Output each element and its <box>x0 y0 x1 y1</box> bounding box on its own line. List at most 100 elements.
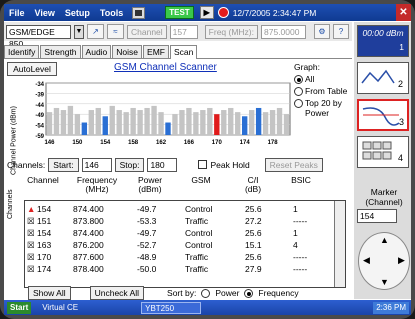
cell-gsm: Traffic <box>185 252 209 262</box>
stop-button[interactable]: Stop: <box>114 157 145 172</box>
x-tick-label: 174 <box>240 140 251 146</box>
cell-bsic: ----- <box>293 252 308 262</box>
bar-155 <box>109 105 115 135</box>
sort-frequency-radio[interactable] <box>244 289 254 298</box>
channel-power-chart: -34 -39 -44 -49 -54 -59146 150 154 158 162 166 170 1… <box>35 82 291 146</box>
task-app[interactable]: YBT250 <box>141 301 202 314</box>
sort-power-radio[interactable] <box>201 289 211 298</box>
peak-hold-label: Peak Hold <box>210 159 250 170</box>
start-input[interactable]: 146 <box>81 157 112 172</box>
record-icon[interactable] <box>217 7 229 18</box>
tab-strength[interactable]: Strength <box>40 45 81 58</box>
marker-icon[interactable]: ▲ <box>27 204 35 215</box>
test-button[interactable]: TEST <box>165 6 194 19</box>
cell-freq: 876.200 <box>73 240 104 250</box>
play-icon[interactable]: ▶ <box>199 6 214 19</box>
close-icon[interactable]: ✕ <box>396 4 411 21</box>
down-arrow-icon[interactable]: ▼ <box>380 277 389 287</box>
show-all-button[interactable]: Show All <box>28 286 71 300</box>
uncheck-all-button[interactable]: Uncheck All <box>89 286 145 300</box>
channel-input[interactable]: 157 <box>169 24 198 39</box>
tab-emf[interactable]: EMF <box>143 45 169 58</box>
freq-button[interactable]: Freq (MHz): <box>204 24 259 39</box>
menu-setup[interactable]: Setup <box>60 8 95 18</box>
right-arrow-icon[interactable]: ▶ <box>398 255 405 266</box>
marker-input[interactable]: 154 <box>357 209 397 223</box>
bar-180 <box>283 114 290 135</box>
graph-all-radio[interactable]: All <box>294 74 352 84</box>
cell-channel: 154 <box>37 228 52 238</box>
radio-icon <box>294 75 303 84</box>
table-scrollbar[interactable] <box>334 201 345 287</box>
start-button[interactable]: Start <box>7 301 32 314</box>
cell-power: -48.9 <box>137 252 157 262</box>
bar-157 <box>123 112 129 135</box>
meter-tile[interactable]: 00:00 dBm 1 <box>357 25 409 57</box>
spectrum-tile[interactable]: 3 <box>357 99 409 131</box>
marker-label: Marker (Channel) <box>365 187 403 207</box>
left-arrow-icon[interactable]: ◀ <box>363 255 370 266</box>
stop-input[interactable]: 180 <box>147 157 178 172</box>
menu-view[interactable]: View <box>30 8 60 18</box>
taskbar-clock: 2:36 PM <box>373 301 409 314</box>
graph-table-radio[interactable]: From Table <box>294 86 352 96</box>
svg-text:3: 3 <box>399 117 404 127</box>
technology-select[interactable]: GSM/EDGE 850 <box>6 24 71 49</box>
table-row[interactable]: ☒ 163 876.200 -52.7 Control 15.1 4 <box>25 240 332 251</box>
menu-tools[interactable]: Tools <box>95 8 128 18</box>
menu-file[interactable]: File <box>4 8 30 18</box>
antenna-icon[interactable]: ↗ <box>87 24 104 39</box>
start-button[interactable]: Start: <box>48 157 79 172</box>
tab-scan[interactable]: Scan <box>169 45 198 60</box>
sort-power-label: Power <box>215 288 240 298</box>
grid-icon: 4 <box>362 141 403 163</box>
table-row[interactable]: ▲ 154 874.400 -49.7 Control 25.6 1 <box>25 204 332 215</box>
table-row[interactable]: ☒ 154 874.400 -49.7 Control 25.6 1 <box>25 228 332 239</box>
cell-power: -50.0 <box>137 264 157 274</box>
tab-noise[interactable]: Noise <box>112 45 143 58</box>
graph-top20-radio[interactable]: Top 20 by Power <box>294 98 352 118</box>
checkbox-icon[interactable]: ☒ <box>27 228 35 239</box>
channel-table: ▲ 154 874.400 -49.7 Control 25.6 1 ☒ 151 873.800-… <box>24 200 346 288</box>
checkbox-icon[interactable]: ☒ <box>27 216 35 227</box>
table-row[interactable]: ☒ 170 877.600 -48.9 Traffic 25.6 ----- <box>25 252 332 263</box>
tool-icon[interactable]: ⚙ <box>314 24 331 39</box>
bar-146 <box>46 112 53 135</box>
autolevel-button[interactable]: AutoLevel <box>7 62 57 76</box>
cell-ci: 25.6 <box>245 228 262 238</box>
channel-button[interactable]: Channel <box>127 24 167 39</box>
peak-hold-checkbox[interactable] <box>198 160 208 169</box>
graph-options: Graph: All From Table Top 20 by Power <box>294 62 352 154</box>
tab-audio[interactable]: Audio <box>81 45 112 58</box>
radio-icon <box>294 99 303 108</box>
checkbox-icon[interactable]: ☒ <box>27 264 35 275</box>
bar-163 <box>165 122 171 135</box>
bar-171 <box>221 110 227 135</box>
cell-power: -49.7 <box>137 228 157 238</box>
grid-tile[interactable]: 4 <box>357 136 409 168</box>
cell-freq: 873.800 <box>73 216 104 226</box>
save-icon[interactable] <box>132 6 146 19</box>
x-tick-label: 166 <box>184 140 195 146</box>
bar-167 <box>193 112 199 135</box>
cell-freq: 878.400 <box>73 264 104 274</box>
chevron-down-icon[interactable]: ▼ <box>74 24 84 39</box>
table-row[interactable]: ☒ 174 878.400 -50.0 Traffic 27.9 ----- <box>25 264 332 275</box>
graph-top20-label: Top 20 by Power <box>305 98 342 118</box>
checkbox-icon[interactable]: ☒ <box>27 240 35 251</box>
up-arrow-icon[interactable]: ▲ <box>380 235 389 245</box>
wave-tile[interactable]: 2 <box>357 62 409 94</box>
signal-icon[interactable]: ≈ <box>107 24 124 39</box>
bar-156 <box>116 110 122 135</box>
bar-152 <box>88 110 94 135</box>
cell-gsm: Control <box>185 204 213 214</box>
task-virtual-ce[interactable]: Virtual CE <box>39 302 81 314</box>
table-row[interactable]: ☒ 151 873.800 -53.3 Traffic 27.2 ----- <box>25 216 332 227</box>
checkbox-icon[interactable]: ☒ <box>27 252 35 263</box>
help-icon[interactable]: ? <box>333 24 350 39</box>
freq-input[interactable]: 875.0000 <box>261 24 307 39</box>
tab-identify[interactable]: Identify <box>4 45 40 58</box>
cell-bsic: 4 <box>293 240 298 250</box>
dpad[interactable]: ▲ ▼ ◀ ▶ <box>358 232 410 290</box>
reset-peaks-button[interactable]: Reset Peaks <box>264 157 323 172</box>
